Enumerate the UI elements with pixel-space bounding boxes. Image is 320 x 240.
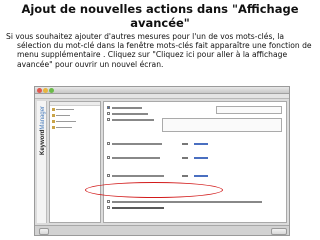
keyword-manager-logo: KeywordManager bbox=[40, 105, 46, 155]
status-button[interactable] bbox=[39, 228, 49, 235]
checkbox[interactable] bbox=[107, 142, 110, 145]
slide-body-text: Si vous souhaitez ajouter d'autres mesur… bbox=[6, 32, 312, 69]
checkbox[interactable] bbox=[107, 156, 110, 159]
option-row[interactable] bbox=[107, 118, 167, 122]
folder-icon bbox=[52, 108, 55, 111]
toolbar bbox=[35, 94, 289, 99]
tree-item[interactable] bbox=[52, 107, 98, 112]
folder-icon bbox=[52, 114, 55, 117]
keywords-window-header bbox=[50, 102, 100, 106]
tree-item[interactable] bbox=[52, 119, 98, 124]
checkbox[interactable] bbox=[107, 118, 110, 121]
option-row[interactable] bbox=[107, 112, 167, 116]
close-window-button[interactable] bbox=[37, 88, 42, 93]
text-field[interactable] bbox=[162, 118, 282, 132]
link[interactable] bbox=[194, 157, 208, 159]
status-button[interactable] bbox=[271, 228, 287, 235]
link[interactable] bbox=[194, 175, 208, 177]
checkbox[interactable] bbox=[107, 106, 110, 109]
link[interactable] bbox=[182, 143, 188, 145]
keywords-window bbox=[49, 101, 101, 223]
checkbox[interactable] bbox=[107, 206, 110, 209]
highlight-ellipse bbox=[85, 182, 223, 198]
link[interactable] bbox=[182, 175, 188, 177]
brand-sidebar: KeywordManager bbox=[37, 101, 47, 223]
link[interactable] bbox=[194, 143, 208, 145]
advanced-view-link-row[interactable] bbox=[107, 206, 197, 210]
folder-icon bbox=[52, 126, 55, 129]
option-row[interactable] bbox=[107, 106, 167, 110]
checkbox[interactable] bbox=[107, 174, 110, 177]
tree-item[interactable] bbox=[52, 125, 98, 130]
slide-title: Ajout de nouvelles actions dans "Afficha… bbox=[21, 2, 299, 30]
option-row[interactable] bbox=[107, 200, 277, 204]
tree-item[interactable] bbox=[52, 113, 98, 118]
folder-icon bbox=[52, 120, 55, 123]
link[interactable] bbox=[182, 157, 188, 159]
window-titlebar bbox=[35, 87, 289, 94]
checkbox[interactable] bbox=[107, 112, 110, 115]
advanced-view-panel bbox=[103, 101, 287, 223]
application-screenshot: KeywordManager bbox=[34, 86, 290, 236]
zoom-window-button[interactable] bbox=[49, 88, 54, 93]
minimize-window-button[interactable] bbox=[43, 88, 48, 93]
text-field[interactable] bbox=[216, 106, 282, 114]
checkbox[interactable] bbox=[107, 200, 110, 203]
status-bar bbox=[35, 225, 289, 235]
